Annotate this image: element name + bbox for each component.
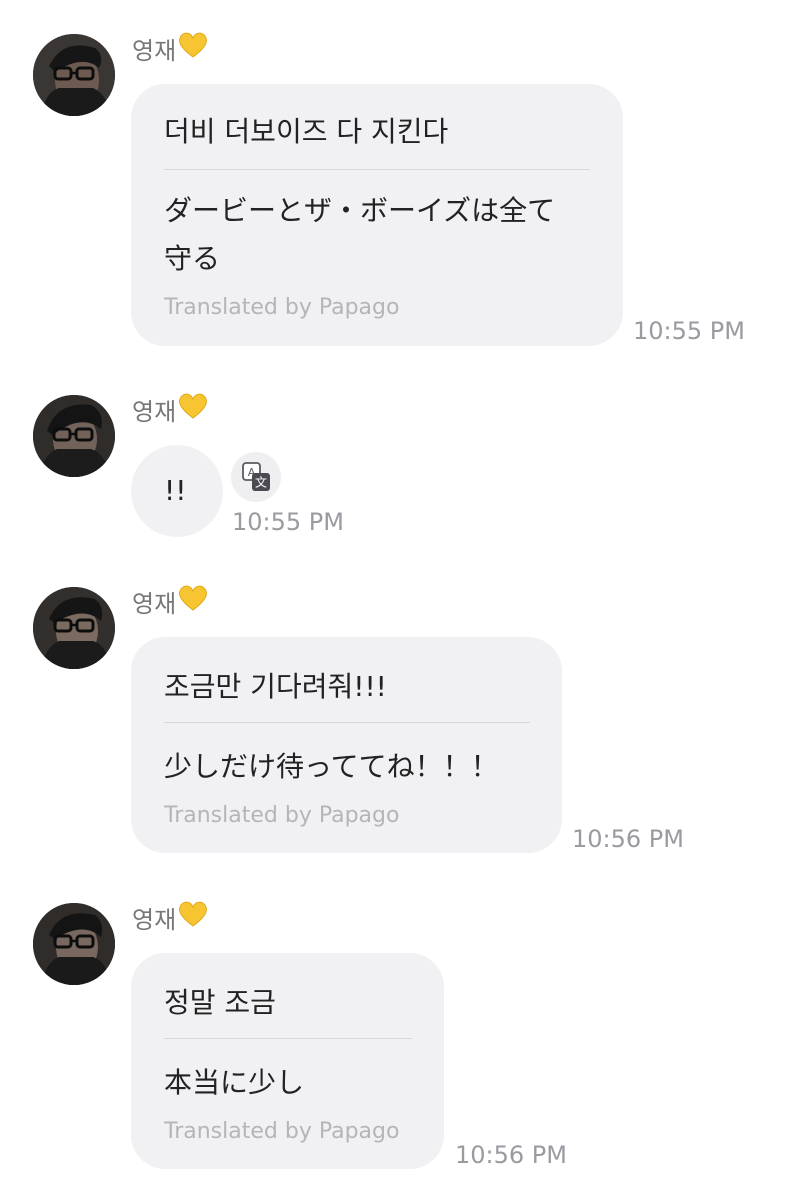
avatar[interactable] <box>33 395 115 477</box>
message-bubble[interactable]: !! <box>131 445 223 537</box>
message-bubble[interactable]: 조금만 기다려줘!!! 少しだけ待っててね！！！ Translated by P… <box>131 637 562 853</box>
avatar[interactable] <box>33 34 115 116</box>
original-text: !! <box>164 474 187 507</box>
yellow-heart-icon <box>178 31 208 68</box>
sender-label: 영재 <box>132 906 177 934</box>
translation-credit: Translated by Papago <box>164 803 400 828</box>
svg-text:文: 文 <box>255 475 267 490</box>
sender-name: 영재 <box>132 584 208 621</box>
avatar[interactable] <box>33 903 115 985</box>
sender-name: 영재 <box>132 31 208 68</box>
translate-button[interactable]: A 文 <box>231 452 281 502</box>
translation-divider <box>164 169 590 170</box>
translation-credit: Translated by Papago <box>164 295 400 320</box>
timestamp: 10:56 PM <box>572 825 684 853</box>
original-text: 정말 조금 <box>164 986 276 1019</box>
message-bubble[interactable]: 정말 조금 本当に少し Translated by Papago <box>131 953 444 1169</box>
translated-text-line-1: 本当に少し <box>164 1066 305 1099</box>
yellow-heart-icon <box>178 392 208 429</box>
avatar-photo <box>33 903 115 985</box>
avatar-photo <box>33 587 115 669</box>
avatar[interactable] <box>33 587 115 669</box>
sender-label: 영재 <box>132 398 177 426</box>
yellow-heart-icon <box>178 900 208 937</box>
yellow-heart-icon <box>178 584 208 621</box>
avatar-photo <box>33 34 115 116</box>
translated-text-line-2: 守る <box>164 242 221 275</box>
translation-divider <box>164 1038 412 1039</box>
message-bubble[interactable]: 더비 더보이즈 다 지킨다 ダービーとザ・ボーイズは全て 守る Translat… <box>131 84 623 346</box>
translation-credit: Translated by Papago <box>164 1119 400 1144</box>
sender-label: 영재 <box>132 590 177 618</box>
sender-label: 영재 <box>132 37 177 65</box>
avatar-photo <box>33 395 115 477</box>
timestamp: 10:55 PM <box>232 508 344 536</box>
sender-name: 영재 <box>132 392 208 429</box>
timestamp: 10:55 PM <box>633 317 745 345</box>
original-text: 더비 더보이즈 다 지킨다 <box>164 115 449 148</box>
translation-divider <box>164 722 530 723</box>
translated-text-line-1: ダービーとザ・ボーイズは全て <box>164 194 556 227</box>
translated-text-line-1: 少しだけ待っててね！！！ <box>164 750 499 783</box>
translate-icon: A 文 <box>242 462 270 491</box>
sender-name: 영재 <box>132 900 208 937</box>
timestamp: 10:56 PM <box>455 1141 567 1169</box>
original-text: 조금만 기다려줘!!! <box>164 670 387 703</box>
